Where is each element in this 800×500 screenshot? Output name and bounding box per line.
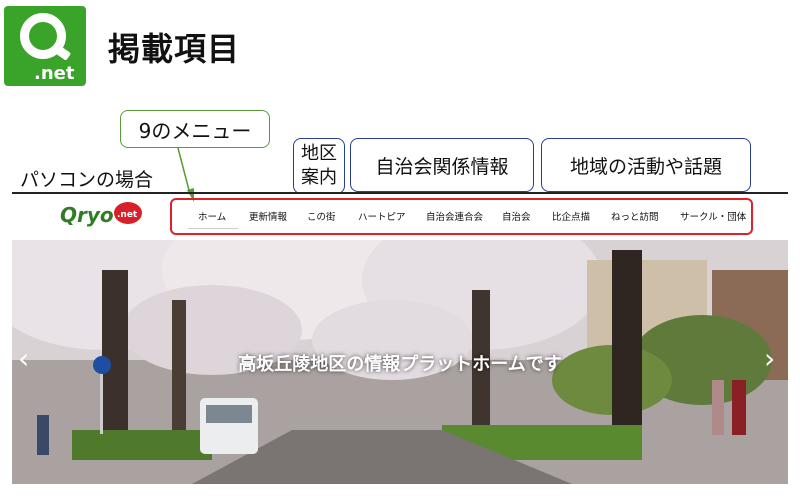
carousel-indicators[interactable]: [362, 472, 446, 484]
qnet-logo: .net: [4, 6, 86, 86]
callout-area-guide: 地区 案内: [293, 138, 345, 194]
svg-text:Qryo: Qryo: [60, 203, 114, 227]
divider: [12, 192, 788, 194]
callout-jichikai-info: 自治会関係情報: [350, 138, 534, 192]
menu-highlight-frame: [170, 198, 753, 235]
callout-area-line1: 地区: [301, 143, 337, 164]
hero-banner: 高坂丘陵地区の情報プラットホームです ‹ ›: [12, 240, 788, 484]
hero-caption: 高坂丘陵地区の情報プラットホームです: [238, 354, 562, 375]
site-logo[interactable]: Qryo .net: [58, 198, 144, 230]
carousel-next-arrow-icon[interactable]: ›: [764, 342, 775, 375]
logo-text: .net: [34, 63, 75, 84]
callout-local-activity: 地域の活動や話題: [541, 138, 751, 192]
page-title: 掲載項目: [108, 30, 241, 68]
callout-area-line2: 案内: [301, 167, 337, 188]
logo-q-tail: [52, 44, 72, 61]
callout-menu-count: 9のメニュー: [120, 110, 270, 148]
carousel-prev-arrow-icon[interactable]: ‹: [18, 342, 29, 375]
pc-label: パソコンの場合: [20, 169, 154, 191]
callout-pointer: [177, 147, 194, 202]
svg-text:.net: .net: [117, 210, 138, 220]
